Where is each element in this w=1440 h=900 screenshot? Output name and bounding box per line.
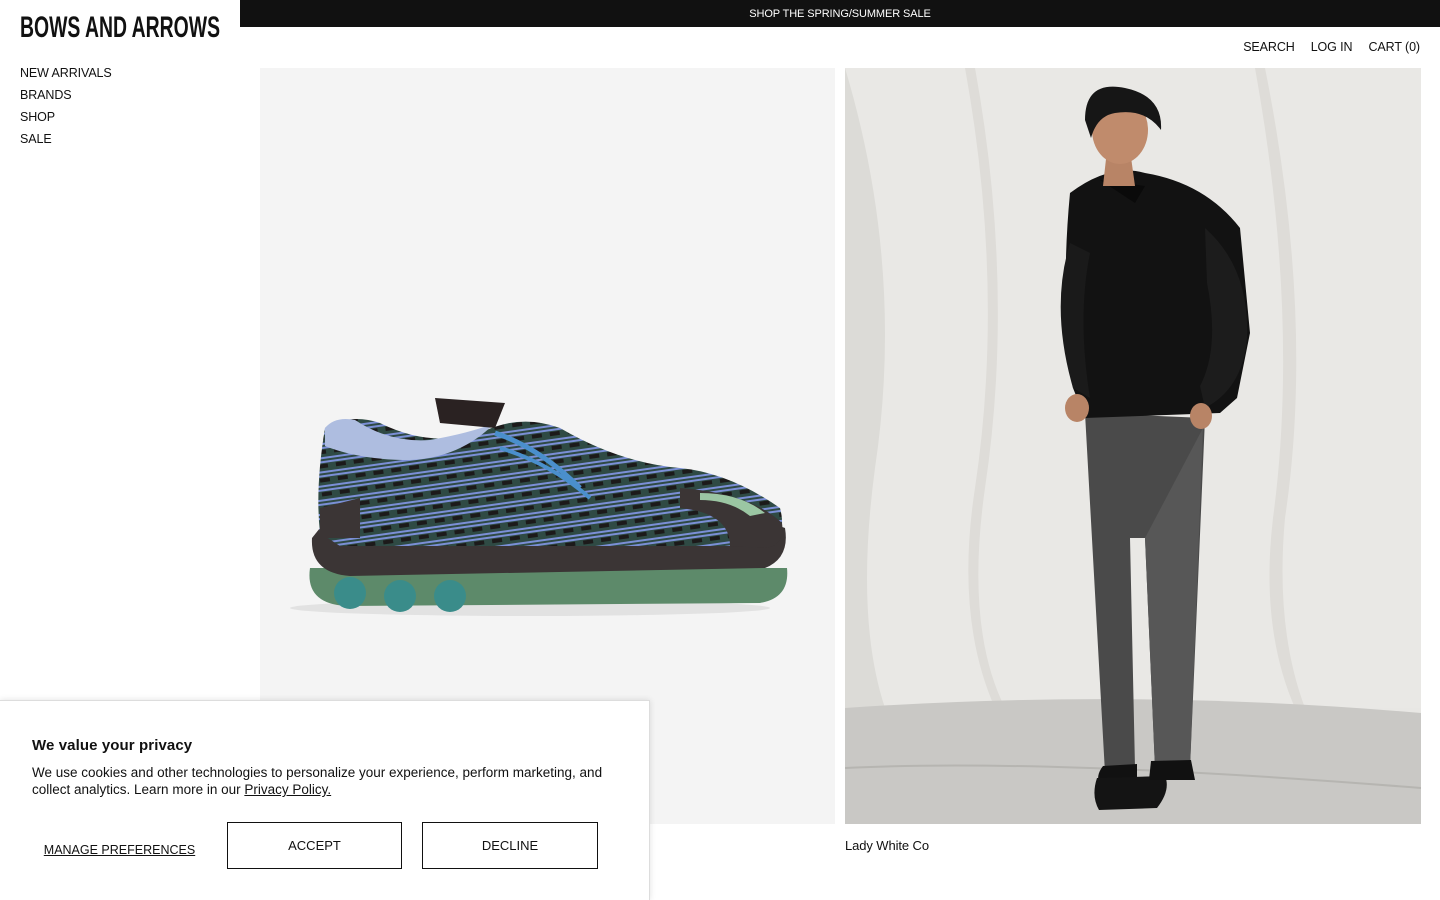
privacy-body: We use cookies and other technologies to… bbox=[32, 764, 607, 798]
search-link[interactable]: SEARCH bbox=[1243, 40, 1295, 54]
decline-button[interactable]: DECLINE bbox=[422, 822, 598, 869]
product-caption-lady-white-co[interactable]: Lady White Co bbox=[845, 838, 929, 853]
product-tile-model[interactable] bbox=[845, 68, 1421, 824]
nav-item-new-arrivals[interactable]: NEW ARRIVALS bbox=[20, 62, 112, 84]
nav-item-shop[interactable]: SHOP bbox=[20, 106, 112, 128]
privacy-policy-link[interactable]: Privacy Policy. bbox=[244, 782, 331, 797]
model-image bbox=[845, 68, 1421, 824]
nav-item-sale[interactable]: SALE bbox=[20, 128, 112, 150]
privacy-banner: We value your privacy We use cookies and… bbox=[0, 700, 650, 900]
announcement-bar[interactable]: SHOP THE SPRING/SUMMER SALE bbox=[240, 0, 1440, 27]
cart-link[interactable]: CART (0) bbox=[1368, 40, 1420, 54]
privacy-title: We value your privacy bbox=[32, 737, 193, 754]
accept-button[interactable]: ACCEPT bbox=[227, 822, 402, 869]
brand-logo[interactable]: BOWS AND ARROWS bbox=[20, 12, 220, 40]
nav-item-brands[interactable]: BRANDS bbox=[20, 84, 112, 106]
brand-logo-text: BOWS AND ARROWS bbox=[20, 12, 220, 40]
login-link[interactable]: LOG IN bbox=[1311, 40, 1353, 54]
header-actions: SEARCH LOG IN CART (0) bbox=[1243, 40, 1420, 54]
announcement-text[interactable]: SHOP THE SPRING/SUMMER SALE bbox=[749, 8, 931, 20]
manage-preferences-button[interactable]: MANAGE PREFERENCES bbox=[32, 822, 207, 869]
sidebar-nav: NEW ARRIVALS BRANDS SHOP SALE bbox=[20, 62, 112, 150]
